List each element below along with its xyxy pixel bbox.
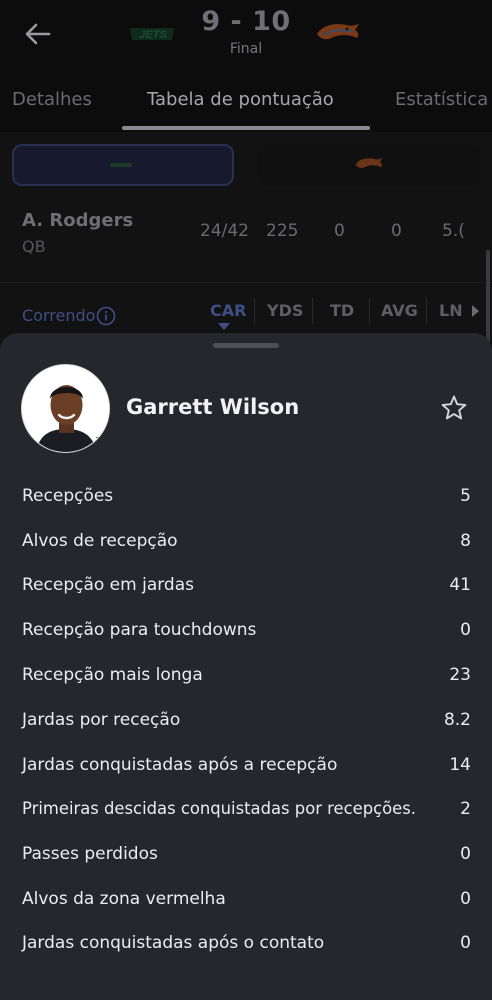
- column-divider: [312, 298, 313, 324]
- team-toggle-jets[interactable]: [12, 144, 234, 186]
- stat-value: 8.2: [443, 710, 471, 730]
- column-header-ln[interactable]: LN: [439, 301, 463, 320]
- stat-label: Alvos da zona vermelha: [22, 889, 226, 909]
- tab-statistics[interactable]: Estatística: [395, 89, 488, 110]
- stat-value: 8: [460, 531, 471, 551]
- player-name: Garrett Wilson: [126, 395, 300, 419]
- game-status: Final: [229, 41, 263, 57]
- stat-row: Jardas conquistadas após a recepção 14: [22, 751, 471, 781]
- stat-row: Alvos da zona vermelha 0: [22, 885, 471, 915]
- stat-row: Recepção mais longa 23: [22, 661, 471, 691]
- stat-row: Jardas por receção 8.2: [22, 706, 471, 736]
- stat-label: Passes perdidos: [22, 844, 158, 864]
- column-divider: [426, 298, 427, 324]
- broncos-logo-icon: [355, 158, 383, 168]
- column-divider: [254, 298, 255, 324]
- stat-value: 0: [460, 889, 471, 909]
- scroll-right-icon[interactable]: [472, 305, 479, 317]
- jets-logo-icon: [110, 163, 132, 167]
- stat-value: 0: [460, 933, 471, 953]
- stat-value: 0: [460, 620, 471, 640]
- column-header-avg[interactable]: AVG: [381, 301, 418, 320]
- passer-stat-cmp-att: 24/42: [200, 221, 249, 241]
- tab-boxscore[interactable]: Tabela de pontuação: [147, 89, 334, 110]
- stat-value: 23: [449, 665, 471, 685]
- player-stats-sheet: JETS Garrett Wilson Recepções 5 Alvos de…: [0, 333, 492, 1000]
- stat-label: Recepção em jardas: [22, 575, 194, 595]
- team-toggle-broncos[interactable]: [258, 144, 480, 186]
- stat-row: Recepção em jardas 41: [22, 571, 471, 601]
- rushing-section-label: Correndo: [22, 306, 96, 325]
- stat-row: Recepção para touchdowns 0: [22, 616, 471, 646]
- active-tab-indicator: [122, 126, 370, 130]
- passer-stat-yds: 225: [266, 221, 299, 241]
- avatar: JETS: [21, 364, 110, 453]
- game-header: JETS 9 - 10 Final: [0, 0, 492, 80]
- stat-label: Recepção mais longa: [22, 665, 203, 685]
- drag-handle[interactable]: [213, 343, 279, 348]
- column-header-yds[interactable]: YDS: [267, 301, 303, 320]
- stat-label: Jardas conquistadas após o contato: [22, 933, 325, 953]
- stat-label: Jardas conquistadas após a recepção: [22, 755, 338, 775]
- passer-stat-td: 0: [334, 221, 345, 241]
- stat-value: 41: [449, 575, 471, 595]
- stat-label: Recepção para touchdowns: [22, 620, 257, 640]
- favorite-star-icon[interactable]: [440, 394, 468, 422]
- stat-value: 2: [460, 799, 471, 819]
- row-divider: [0, 282, 492, 283]
- stat-row: Recepções 5: [22, 482, 471, 512]
- stat-row: Primeiras descidas conquistadas por rece…: [22, 795, 471, 825]
- tab-details[interactable]: Detalhes: [12, 89, 92, 110]
- stat-label: Primeiras descidas conquistadas por rece…: [22, 799, 417, 818]
- info-icon[interactable]: [96, 306, 116, 326]
- player-photo-icon: JETS: [22, 365, 110, 452]
- passer-stat-avg: 5.(: [442, 221, 465, 241]
- stat-value: 5: [460, 486, 471, 506]
- game-score: 9 - 10: [201, 6, 291, 37]
- stat-row: Passes perdidos 0: [22, 840, 471, 870]
- column-divider: [369, 298, 370, 324]
- passer-stat-int: 0: [391, 221, 402, 241]
- stat-row: Jardas conquistadas após o contato 0: [22, 929, 471, 959]
- broncos-logo-icon: [317, 24, 359, 40]
- sort-caret-icon: [218, 323, 230, 330]
- stat-value: 14: [449, 755, 471, 775]
- column-header-car[interactable]: CAR: [210, 301, 246, 320]
- stat-label: Alvos de recepção: [22, 531, 178, 551]
- svg-text:JETS: JETS: [94, 436, 110, 445]
- stat-label: Jardas por receção: [22, 710, 181, 730]
- tab-bar: Detalhes Tabela de pontuação Estatística: [0, 80, 492, 132]
- column-header-td[interactable]: TD: [330, 301, 354, 320]
- stat-label: Recepções: [22, 486, 114, 506]
- passer-position: QB: [22, 237, 46, 256]
- stat-value: 0: [460, 844, 471, 864]
- stat-row: Alvos de recepção 8: [22, 527, 471, 557]
- passer-name[interactable]: A. Rodgers: [22, 210, 133, 231]
